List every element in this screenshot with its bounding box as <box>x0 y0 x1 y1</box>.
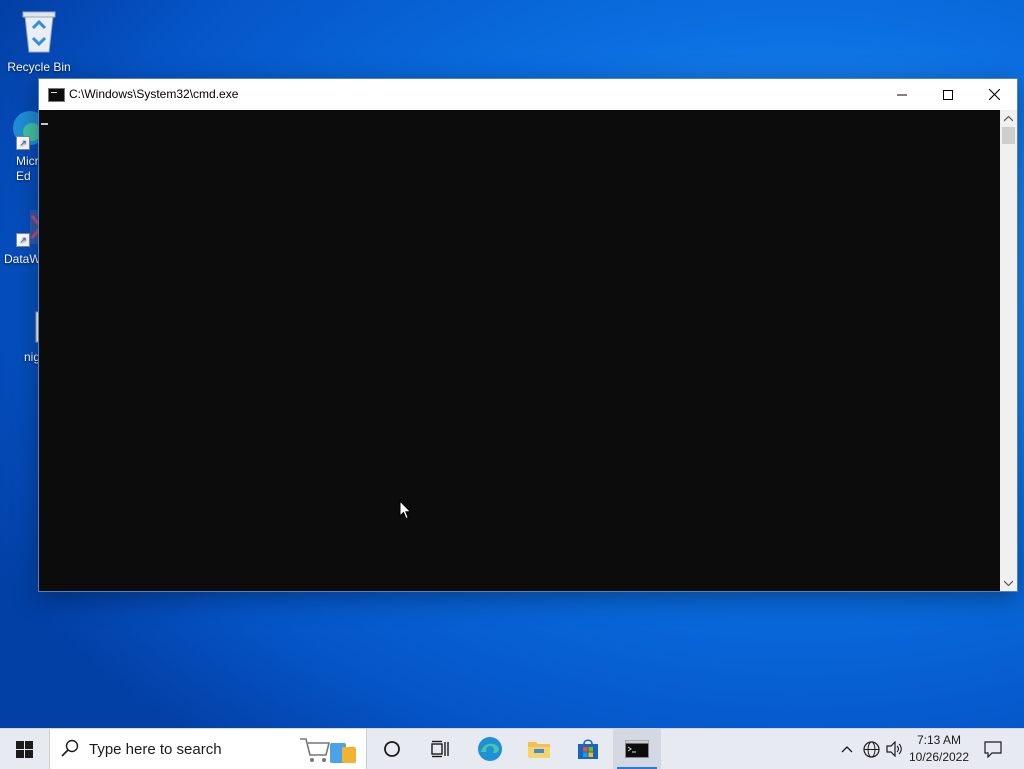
show-hidden-icons-button[interactable] <box>838 729 856 769</box>
search-icon <box>61 739 79 757</box>
windows-logo-icon <box>15 740 33 758</box>
shopping-highlight-icon <box>300 738 356 763</box>
start-button[interactable] <box>0 729 48 769</box>
chevron-down-icon <box>1004 580 1013 586</box>
clock-date: 10/26/2022 <box>908 750 970 764</box>
cmd-window[interactable]: C:\Windows\System32\cmd.exe <box>38 78 1018 592</box>
volume-button[interactable] <box>884 729 906 769</box>
desktop-icon-recycle-bin[interactable]: Recycle Bin <box>1 8 77 75</box>
edge-icon <box>478 737 502 761</box>
cmd-icon <box>625 740 649 758</box>
minimize-icon <box>897 94 907 95</box>
chevron-up-icon <box>1004 115 1013 121</box>
edge-taskbar-button[interactable] <box>470 729 510 769</box>
cmd-app-icon <box>48 88 65 102</box>
minimize-button[interactable] <box>879 79 925 110</box>
file-explorer-button[interactable] <box>519 729 559 769</box>
taskbar: Type here to search 7:13 AM 10/26/2022 <box>0 728 1024 769</box>
cmd-taskbar-button[interactable] <box>613 729 661 769</box>
shortcut-arrow-icon: ↗ <box>16 233 30 247</box>
mouse-pointer-icon <box>399 500 412 520</box>
file-explorer-icon <box>528 742 550 758</box>
taskbar-clock[interactable]: 7:13 AM 10/26/2022 <box>906 732 972 766</box>
task-view-button[interactable] <box>420 729 460 769</box>
volume-icon <box>886 741 902 757</box>
network-button[interactable] <box>860 729 882 769</box>
close-icon <box>988 89 1000 100</box>
shortcut-arrow-icon: ↗ <box>16 136 30 150</box>
scroll-down-button[interactable] <box>1000 574 1017 591</box>
recycle-bin-icon <box>22 11 56 53</box>
action-center-button[interactable] <box>978 729 1008 769</box>
taskbar-search-box[interactable]: Type here to search <box>49 729 367 769</box>
search-placeholder: Type here to search <box>89 741 222 758</box>
maximize-icon <box>943 89 953 100</box>
desktop-icon-label: Recycle Bin <box>7 60 71 74</box>
chevron-up-icon <box>841 746 853 753</box>
scroll-up-button[interactable] <box>1000 110 1017 127</box>
notification-icon <box>984 740 1002 758</box>
window-titlebar[interactable]: C:\Windows\System32\cmd.exe <box>39 79 1017 110</box>
cortana-button[interactable] <box>372 729 412 769</box>
text-cursor <box>41 123 48 125</box>
close-button[interactable] <box>971 79 1017 110</box>
console-output[interactable] <box>39 110 1000 591</box>
scroll-thumb[interactable] <box>1002 127 1015 144</box>
maximize-button[interactable] <box>925 79 971 110</box>
task-view-icon <box>431 740 449 758</box>
clock-time: 7:13 AM <box>916 733 962 747</box>
cortana-icon <box>384 741 400 757</box>
window-title: C:\Windows\System32\cmd.exe <box>69 87 239 101</box>
vertical-scrollbar[interactable] <box>1000 110 1017 591</box>
globe-icon <box>862 740 880 758</box>
store-button[interactable] <box>568 729 608 769</box>
store-icon <box>578 739 598 759</box>
